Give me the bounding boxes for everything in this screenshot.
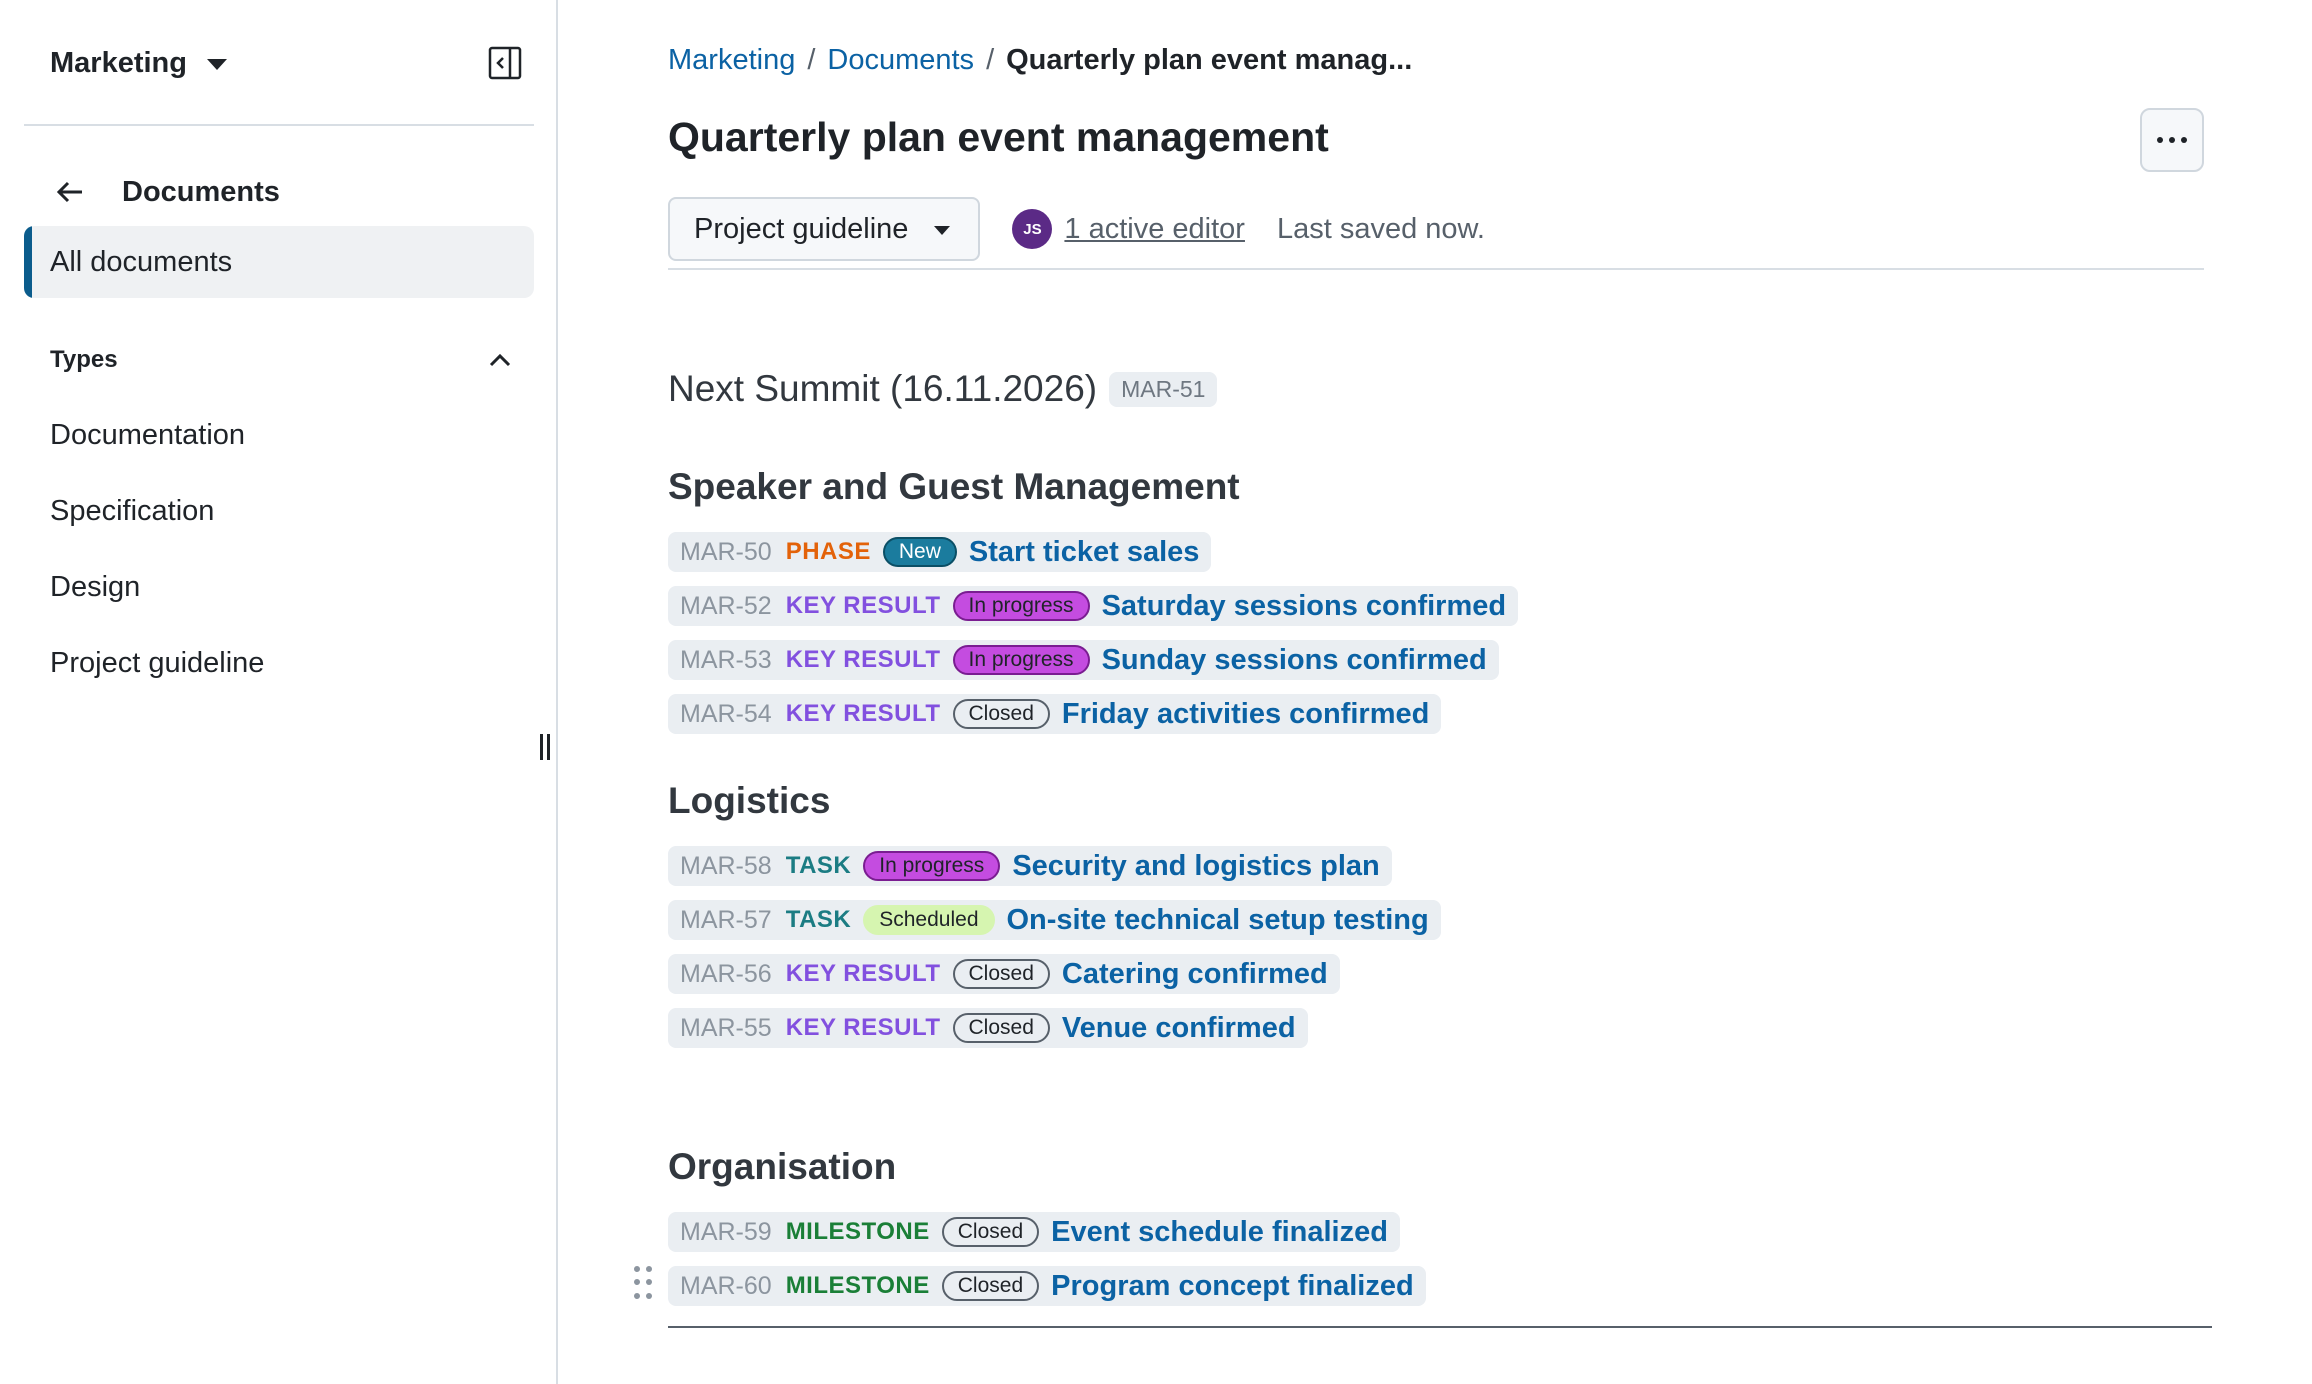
sidebar-header: Marketing	[24, 28, 534, 98]
document-heading: Next Summit (16.11.2026) MAR-51	[668, 368, 1218, 410]
issue-title-link[interactable]: On-site technical setup testing	[1007, 904, 1429, 937]
toolbar-divider	[668, 268, 2204, 270]
status-badge: In progress	[952, 645, 1090, 675]
issue-type: MILESTONE	[785, 1272, 930, 1299]
arrow-left-icon	[56, 181, 82, 203]
project-name: Marketing	[50, 46, 187, 79]
issue-id: MAR-57	[680, 905, 772, 934]
sidebar-item-project-guideline[interactable]: Project guideline	[24, 630, 534, 696]
issue-type: KEY RESULT	[785, 960, 941, 987]
project-switcher[interactable]: Marketing	[24, 28, 253, 98]
issue-id-chip[interactable]: MAR-51	[1109, 371, 1218, 407]
breadcrumb-separator: /	[986, 44, 995, 76]
sidebar-item-documentation[interactable]: Documentation	[24, 402, 534, 468]
issue-id: MAR-60	[680, 1271, 772, 1300]
section-heading: Organisation	[668, 1146, 897, 1187]
issue-type: MILESTONE	[785, 1218, 930, 1245]
sidebar-item-design[interactable]: Design	[24, 554, 534, 620]
issue-row[interactable]: MAR-58 TASK In progress Security and log…	[668, 846, 1392, 886]
issue-title-link[interactable]: Event schedule finalized	[1051, 1216, 1388, 1249]
issue-title-link[interactable]: Catering confirmed	[1062, 958, 1328, 991]
collapse-sidebar-icon	[488, 46, 522, 80]
document-type-select[interactable]: Project guideline	[668, 197, 981, 261]
sidebar-divider	[24, 124, 534, 126]
resize-handle-icon[interactable]	[538, 734, 552, 764]
sidebar-back-row: Documents	[24, 162, 534, 222]
issue-title-link[interactable]: Saturday sessions confirmed	[1102, 590, 1507, 623]
issue-title-link[interactable]: Sunday sessions confirmed	[1102, 644, 1487, 677]
issue-id: MAR-56	[680, 959, 772, 988]
breadcrumb-current: Quarterly plan event manag...	[1006, 44, 1413, 76]
document-toolbar: Project guideline JS 1 active editor Las…	[668, 188, 2204, 270]
issue-id: MAR-58	[680, 851, 772, 880]
issue-type: PHASE	[785, 538, 871, 565]
issue-row[interactable]: MAR-50 PHASE New Start ticket sales	[668, 532, 1212, 572]
toggle-types-button[interactable]	[480, 340, 520, 380]
issue-id: MAR-53	[680, 645, 772, 674]
issue-row[interactable]: MAR-57 TASK Scheduled On-site technical …	[668, 900, 1441, 940]
breadcrumb-marketing[interactable]: Marketing	[668, 44, 795, 77]
issue-type: TASK	[785, 852, 852, 879]
issue-row[interactable]: MAR-54 KEY RESULT Closed Friday activiti…	[668, 694, 1442, 734]
sidebar-section-types: Types	[24, 330, 534, 390]
section-heading: Logistics	[668, 780, 831, 821]
chevron-up-icon	[489, 353, 511, 367]
issue-row[interactable]: MAR-56 KEY RESULT Closed Catering confir…	[668, 954, 1340, 994]
issue-row[interactable]: MAR-53 KEY RESULT In progress Sunday ses…	[668, 640, 1499, 680]
issue-row[interactable]: MAR-60 MILESTONE Closed Program concept …	[668, 1266, 1426, 1306]
active-editors-link[interactable]: 1 active editor	[1064, 213, 1245, 246]
status-badge: In progress	[863, 851, 1001, 881]
issue-id: MAR-52	[680, 591, 772, 620]
status-badge: Closed	[941, 1271, 1040, 1301]
sidebar-item-label: All documents	[50, 245, 233, 278]
ellipsis-icon	[2157, 137, 2187, 143]
section-heading: Speaker and Guest Management	[668, 466, 1240, 507]
sidebar-back-label: Documents	[122, 175, 280, 208]
issue-id: MAR-50	[680, 537, 772, 566]
status-badge: In progress	[952, 591, 1090, 621]
caret-down-icon	[206, 58, 227, 70]
more-options-button[interactable]	[2140, 108, 2204, 172]
sidebar-item-all-documents[interactable]: All documents	[24, 226, 534, 298]
collapse-sidebar-button[interactable]	[486, 44, 524, 82]
sidebar-item-specification[interactable]: Specification	[24, 478, 534, 544]
caret-down-icon	[934, 225, 951, 235]
issue-title-link[interactable]: Start ticket sales	[969, 536, 1200, 569]
issue-type: KEY RESULT	[785, 700, 941, 727]
issue-title-link[interactable]: Venue confirmed	[1062, 1012, 1296, 1045]
issue-id: MAR-59	[680, 1217, 772, 1246]
issue-title-link[interactable]: Security and logistics plan	[1012, 850, 1379, 883]
main-content: Marketing / Documents / Quarterly plan e…	[560, 0, 2312, 1384]
issue-id: MAR-54	[680, 699, 772, 728]
issue-title-link[interactable]: Program concept finalized	[1051, 1270, 1414, 1303]
sidebar-section-label: Types	[50, 346, 118, 373]
status-badge: Closed	[952, 959, 1050, 989]
document-heading-text: Next Summit (16.11.2026)	[668, 368, 1098, 409]
status-badge: New	[882, 537, 957, 567]
breadcrumb-documents[interactable]: Documents	[827, 44, 974, 77]
status-badge: Closed	[952, 1013, 1050, 1043]
issue-row[interactable]: MAR-59 MILESTONE Closed Event schedule f…	[668, 1212, 1400, 1252]
issue-type: KEY RESULT	[785, 1014, 941, 1041]
issue-id: MAR-55	[680, 1013, 772, 1042]
breadcrumb: Marketing / Documents / Quarterly plan e…	[668, 44, 1412, 77]
issue-type: TASK	[785, 906, 852, 933]
document-type-value: Project guideline	[694, 212, 909, 245]
status-badge: Closed	[952, 699, 1050, 729]
page-title: Quarterly plan event management	[668, 114, 1329, 160]
status-badge: Scheduled	[863, 905, 995, 935]
issue-row[interactable]: MAR-52 KEY RESULT In progress Saturday s…	[668, 586, 1519, 626]
issue-row[interactable]: MAR-55 KEY RESULT Closed Venue confirmed	[668, 1008, 1308, 1048]
drag-handle-icon[interactable]	[634, 1266, 654, 1300]
back-button[interactable]	[40, 162, 100, 222]
breadcrumb-separator: /	[807, 44, 816, 76]
issue-type: KEY RESULT	[785, 646, 941, 673]
status-badge: Closed	[941, 1217, 1040, 1247]
save-status: Last saved now.	[1276, 212, 1485, 245]
issue-type: KEY RESULT	[785, 592, 941, 619]
sidebar: Marketing Documents All documents Types	[0, 0, 558, 1384]
avatar[interactable]: JS	[1012, 209, 1053, 249]
document-end-divider	[668, 1326, 2212, 1328]
issue-title-link[interactable]: Friday activities confirmed	[1062, 698, 1429, 731]
